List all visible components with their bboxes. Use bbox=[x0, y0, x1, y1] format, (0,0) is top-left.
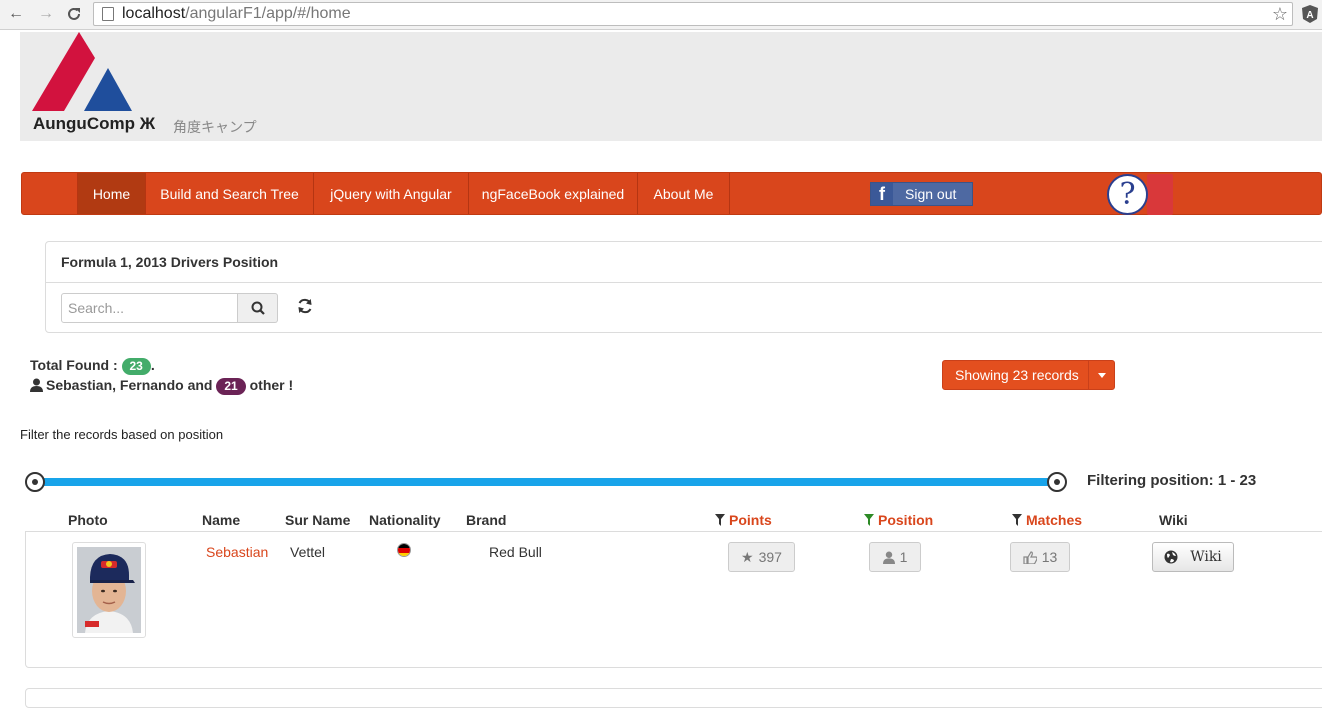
nav-item-build-search-tree[interactable]: Build and Search Tree bbox=[146, 173, 314, 214]
driver-name-link[interactable]: Sebastian bbox=[206, 544, 268, 560]
nav-item-home[interactable]: Home bbox=[77, 173, 146, 214]
facebook-icon: f bbox=[871, 183, 893, 205]
nav-item-about-me[interactable]: About Me bbox=[638, 173, 730, 214]
aungucomp-logo[interactable] bbox=[32, 32, 134, 112]
refresh-icon[interactable] bbox=[296, 297, 314, 315]
filter-funnel-active-icon bbox=[864, 514, 874, 526]
position-value: 1 bbox=[899, 549, 908, 565]
position-button[interactable]: 1 bbox=[869, 542, 921, 572]
filter-range-label: Filtering position: 1 - 23 bbox=[1087, 472, 1257, 489]
wiki-button[interactable]: Wiki bbox=[1152, 542, 1234, 572]
names-line: Sebastian, Fernando and 21 other ! bbox=[30, 375, 293, 395]
matches-button[interactable]: 13 bbox=[1010, 542, 1070, 572]
address-bar[interactable]: localhost/angularF1/app/#/home ☆ bbox=[93, 2, 1293, 26]
table-row bbox=[25, 688, 1322, 708]
total-count-badge: 23 bbox=[121, 358, 151, 375]
drivers-panel: Formula 1, 2013 Drivers Position bbox=[45, 241, 1322, 333]
header-position[interactable]: Position bbox=[864, 512, 933, 528]
driver-portrait-image bbox=[77, 547, 141, 633]
header-matches[interactable]: Matches bbox=[1012, 512, 1082, 528]
nav-item-label: jQuery with Angular bbox=[330, 185, 452, 202]
filter-funnel-icon bbox=[1012, 514, 1022, 526]
filter-funnel-icon bbox=[715, 514, 725, 526]
header-name[interactable]: Name bbox=[202, 512, 240, 528]
bookmark-star-icon[interactable]: ☆ bbox=[1272, 4, 1288, 25]
header-photo: Photo bbox=[68, 512, 108, 528]
points-value: 397 bbox=[758, 549, 782, 565]
nav-item-ngfacebook[interactable]: ngFaceBook explained bbox=[469, 173, 638, 214]
driver-surname: Vettel bbox=[290, 544, 326, 560]
names-text: Sebastian, Fernando and bbox=[46, 377, 213, 393]
table-row: Sebastian Vettel Red Bull ★ 397 1 13 Wiki bbox=[25, 532, 1322, 668]
brand-subtitle: 角度キャンプ bbox=[173, 119, 257, 135]
germany-flag-icon bbox=[397, 543, 411, 557]
reload-icon[interactable] bbox=[64, 4, 84, 24]
user-icon bbox=[30, 378, 43, 392]
browser-toolbar: ← → localhost/angularF1/app/#/home ☆ A bbox=[0, 0, 1322, 30]
site-banner: AunguComp Ж 角度キャンプ bbox=[20, 32, 1322, 141]
search-input[interactable] bbox=[61, 293, 238, 323]
nav-item-label: Build and Search Tree bbox=[160, 185, 299, 202]
url-text: localhost/angularF1/app/#/home bbox=[122, 5, 351, 22]
signout-label: Sign out bbox=[905, 186, 957, 202]
brand-title: AunguComp Ж bbox=[33, 114, 156, 133]
driver-photo bbox=[72, 542, 146, 638]
nav-item-label: About Me bbox=[653, 185, 714, 202]
header-wiki: Wiki bbox=[1159, 512, 1188, 528]
angular-extension-icon[interactable]: A bbox=[1302, 5, 1318, 23]
help-tab bbox=[1147, 174, 1173, 215]
facebook-signout-button[interactable]: f Sign out bbox=[870, 182, 973, 206]
total-found-line: Total Found : 23. bbox=[30, 355, 293, 375]
header-nationality[interactable]: Nationality bbox=[369, 512, 441, 528]
header-points-label: Points bbox=[729, 512, 772, 528]
totals-summary: Total Found : 23. Sebastian, Fernando an… bbox=[30, 355, 293, 395]
header-points[interactable]: Points bbox=[715, 512, 772, 528]
caret-down-icon[interactable] bbox=[1088, 361, 1114, 389]
other-suffix: other ! bbox=[249, 377, 294, 393]
points-button[interactable]: ★ 397 bbox=[728, 542, 795, 572]
help-button[interactable]: ? bbox=[1107, 174, 1174, 215]
forward-arrow-icon[interactable]: → bbox=[36, 4, 56, 24]
search-group bbox=[61, 293, 278, 323]
user-icon bbox=[882, 551, 895, 564]
star-icon: ★ bbox=[741, 548, 754, 565]
svg-text:A: A bbox=[1306, 10, 1313, 21]
showing-records-label: Showing 23 records bbox=[955, 367, 1079, 383]
header-matches-label: Matches bbox=[1026, 512, 1083, 528]
back-arrow-icon[interactable]: ← bbox=[6, 4, 26, 24]
total-label: Total Found : bbox=[30, 357, 118, 373]
header-brand[interactable]: Brand bbox=[466, 512, 506, 528]
wiki-label: Wiki bbox=[1190, 549, 1222, 565]
header-position-label: Position bbox=[878, 512, 934, 528]
question-mark-icon: ? bbox=[1107, 174, 1148, 215]
nav-item-jquery-angular[interactable]: jQuery with Angular bbox=[314, 173, 469, 214]
search-icon bbox=[251, 301, 265, 315]
panel-title: Formula 1, 2013 Drivers Position bbox=[46, 242, 1322, 283]
matches-value: 13 bbox=[1041, 549, 1058, 565]
other-count-badge: 21 bbox=[216, 378, 246, 395]
nav-item-label: Home bbox=[92, 185, 131, 202]
thumbs-up-icon bbox=[1023, 550, 1037, 564]
driver-brand: Red Bull bbox=[489, 544, 542, 560]
nav-item-label: ngFaceBook explained bbox=[481, 185, 625, 202]
range-max-handle[interactable] bbox=[1047, 472, 1067, 492]
header-surname[interactable]: Sur Name bbox=[285, 512, 350, 528]
position-range-track[interactable] bbox=[36, 478, 1057, 486]
range-min-handle[interactable] bbox=[25, 472, 45, 492]
total-suffix: . bbox=[150, 357, 155, 373]
main-navbar: Home Build and Search Tree jQuery with A… bbox=[21, 172, 1322, 215]
filter-hint: Filter the records based on position bbox=[20, 427, 224, 442]
page-icon bbox=[102, 7, 114, 21]
showing-records-dropdown[interactable]: Showing 23 records bbox=[942, 360, 1115, 390]
globe-icon bbox=[1164, 550, 1178, 564]
search-button[interactable] bbox=[238, 293, 278, 323]
